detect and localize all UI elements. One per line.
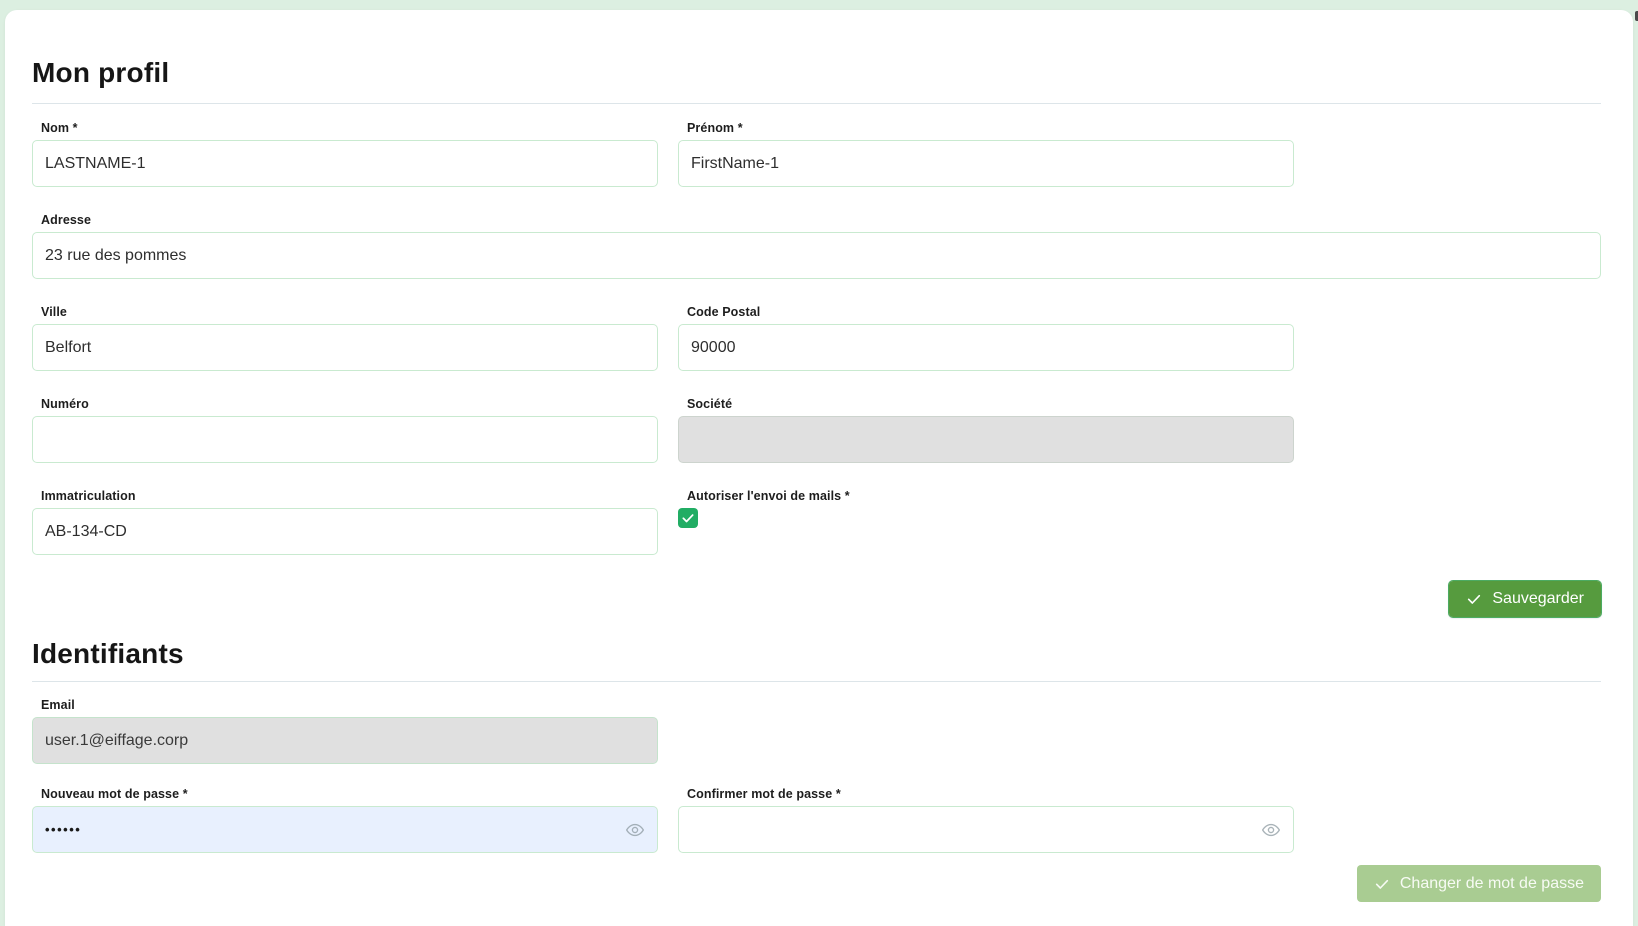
ville-label: Ville — [41, 305, 658, 320]
nom-input[interactable] — [32, 140, 658, 187]
field-nom: Nom * — [32, 121, 658, 187]
field-ville: Ville — [32, 305, 658, 371]
adresse-label: Adresse — [41, 213, 1601, 228]
immatriculation-label: Immatriculation — [41, 489, 658, 504]
adresse-input[interactable] — [32, 232, 1601, 279]
field-autoriser-mails: Autoriser l'envoi de mails * — [678, 489, 1294, 555]
checkbox-check-icon — [681, 511, 695, 525]
row-passwords: Nouveau mot de passe * Confirmer mot de … — [32, 787, 1601, 853]
nom-label: Nom * — [41, 121, 658, 136]
new-password-input[interactable] — [32, 806, 658, 853]
field-prenom: Prénom * — [678, 121, 1294, 187]
field-societe: Société — [678, 397, 1294, 463]
field-immatriculation: Immatriculation — [32, 489, 658, 555]
field-new-password: Nouveau mot de passe * — [32, 787, 658, 853]
confirm-password-label: Confirmer mot de passe * — [687, 787, 1294, 802]
prenom-input[interactable] — [678, 140, 1294, 187]
check-icon — [1374, 876, 1390, 892]
credentials-title: Identifiants — [32, 638, 1601, 670]
field-email: Email — [32, 698, 658, 764]
field-adresse: Adresse — [32, 213, 1601, 279]
eye-icon[interactable] — [625, 820, 645, 840]
section-divider — [32, 103, 1601, 104]
code-postal-input[interactable] — [678, 324, 1294, 371]
ville-input[interactable] — [32, 324, 658, 371]
change-password-button-label: Changer de mot de passe — [1400, 875, 1584, 893]
immatriculation-input[interactable] — [32, 508, 658, 555]
save-button-label: Sauvegarder — [1492, 590, 1584, 608]
save-button-row: Sauvegarder — [32, 581, 1601, 617]
check-icon — [1466, 591, 1482, 607]
code-postal-label: Code Postal — [687, 305, 1294, 320]
new-password-label: Nouveau mot de passe * — [41, 787, 658, 802]
save-button[interactable]: Sauvegarder — [1449, 581, 1601, 617]
email-label: Email — [41, 698, 658, 713]
field-code-postal: Code Postal — [678, 305, 1294, 371]
autoriser-mails-label: Autoriser l'envoi de mails * — [687, 489, 1294, 504]
autoriser-mails-checkbox[interactable] — [678, 508, 698, 528]
field-confirm-password: Confirmer mot de passe * — [678, 787, 1294, 853]
societe-input — [678, 416, 1294, 463]
row-adresse: Adresse — [32, 213, 1601, 279]
credentials-divider — [32, 681, 1601, 682]
numero-input[interactable] — [32, 416, 658, 463]
confirm-password-input[interactable] — [678, 806, 1294, 853]
email-input — [32, 717, 658, 764]
field-numero: Numéro — [32, 397, 658, 463]
row-immat-mails: Immatriculation Autoriser l'envoi de mai… — [32, 489, 1601, 555]
row-ville-cp: Ville Code Postal — [32, 305, 1601, 371]
row-name: Nom * Prénom * — [32, 121, 1601, 187]
societe-label: Société — [687, 397, 1294, 412]
change-password-button[interactable]: Changer de mot de passe — [1357, 865, 1601, 902]
row-email: Email — [32, 698, 1601, 764]
numero-label: Numéro — [41, 397, 658, 412]
eye-icon[interactable] — [1261, 820, 1281, 840]
profile-card: Mon profil Nom * Prénom * Adresse Ville — [5, 10, 1633, 926]
prenom-label: Prénom * — [687, 121, 1294, 136]
change-password-button-row: Changer de mot de passe — [32, 865, 1601, 902]
row-numero-societe: Numéro Société — [32, 397, 1601, 463]
page-title: Mon profil — [32, 57, 1601, 89]
